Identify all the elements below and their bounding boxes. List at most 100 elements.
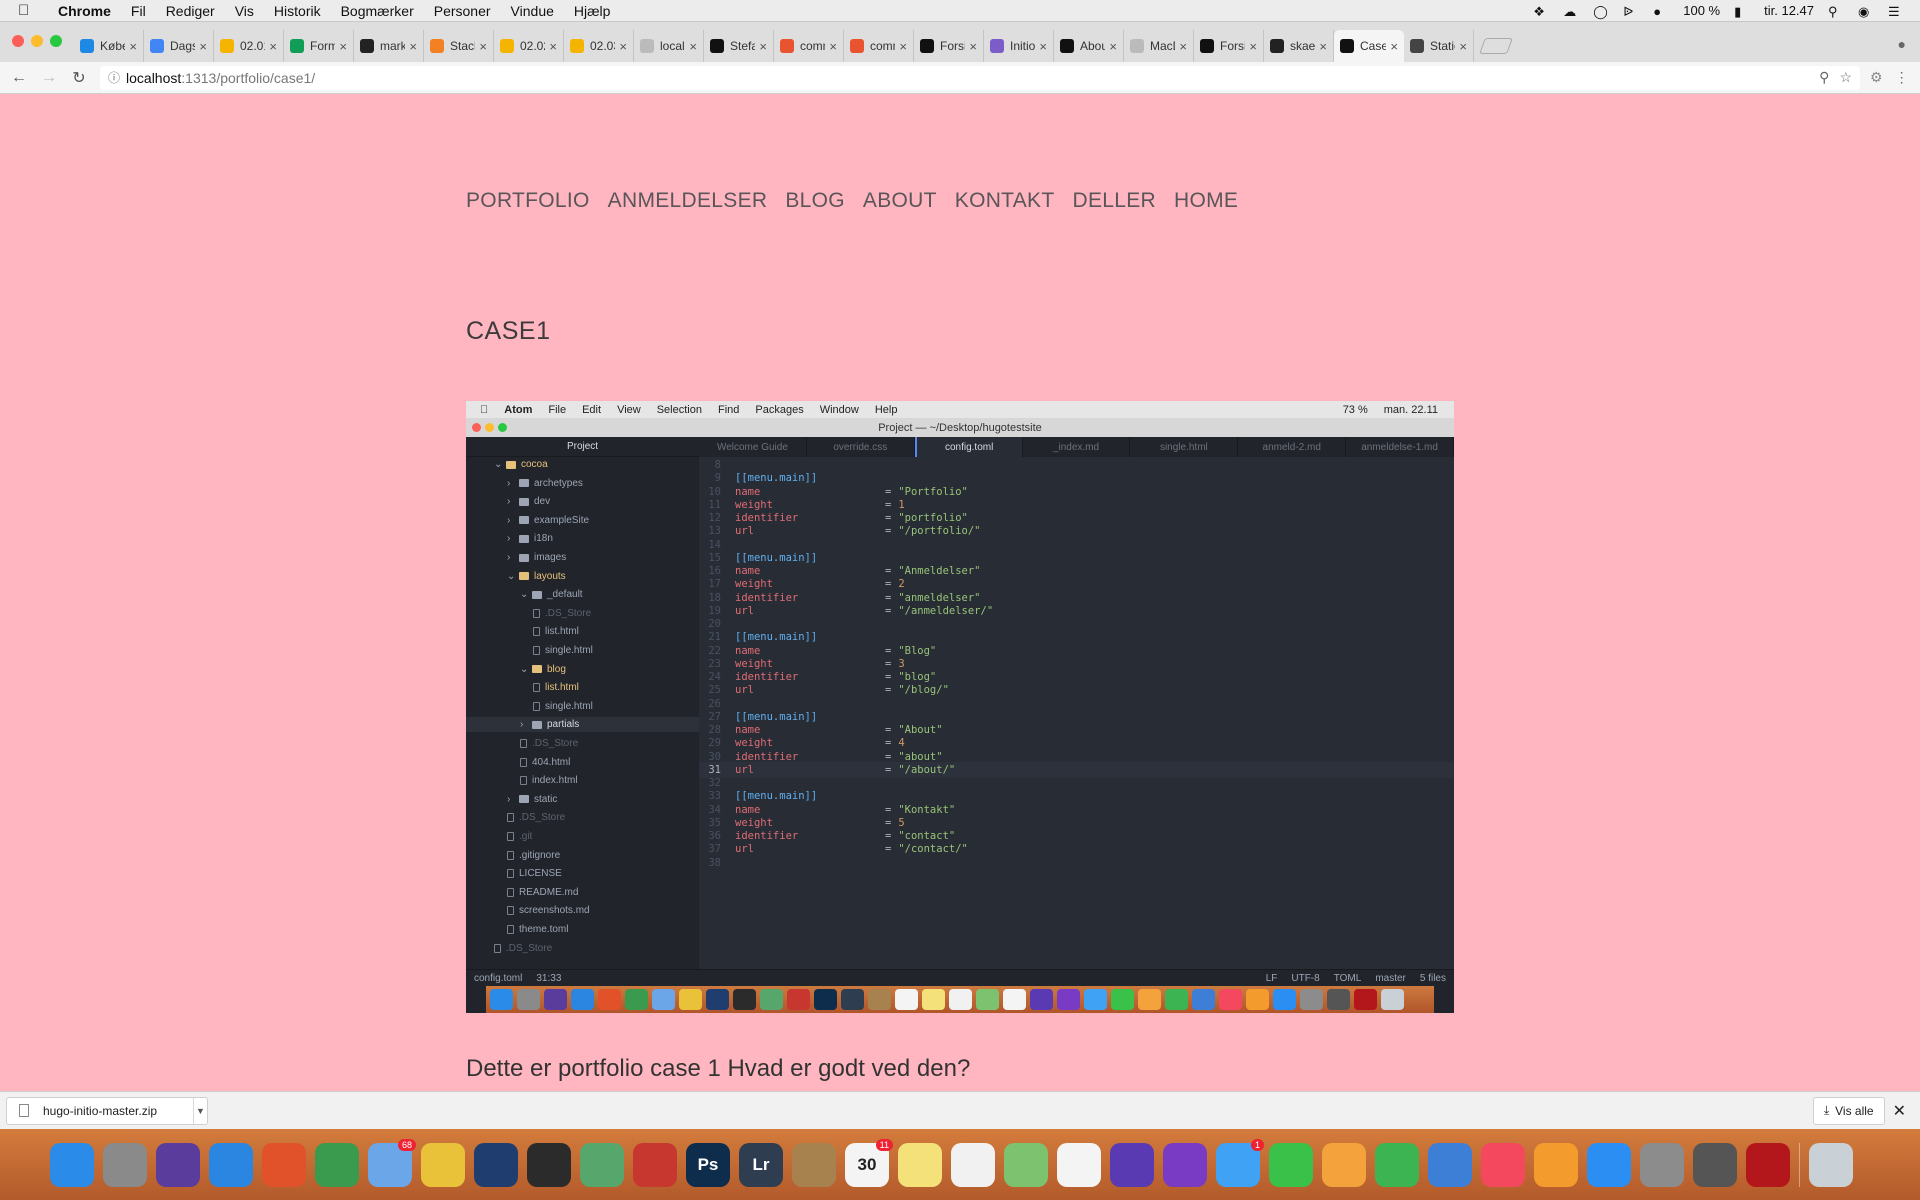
terminal-icon[interactable] — [527, 1142, 571, 1187]
chrome-menu-icon[interactable]: ⋮ — [1895, 69, 1909, 86]
music-icon[interactable] — [1481, 1142, 1525, 1187]
tab-close-icon[interactable]: × — [1109, 39, 1117, 54]
acrobat-icon[interactable] — [1746, 1142, 1790, 1187]
wifi-icon[interactable]: ● — [1653, 4, 1669, 19]
reminders-icon[interactable] — [951, 1142, 995, 1187]
siri-icon[interactable] — [156, 1142, 200, 1187]
tab-close-icon[interactable]: × — [619, 39, 627, 54]
tab-16[interactable]: Forsid × — [1194, 30, 1264, 62]
battery-percent[interactable]: 100 % — [1683, 3, 1720, 18]
tab-10[interactable]: comm × — [774, 30, 844, 62]
apple-icon[interactable]:  — [18, 2, 42, 19]
tab-6[interactable]: 02.02 × — [494, 30, 564, 62]
system-preferences-icon[interactable] — [1640, 1142, 1684, 1187]
nav-link-deller[interactable]: DELLER — [1072, 189, 1156, 213]
brackets-icon[interactable] — [633, 1142, 677, 1187]
trash-icon[interactable] — [1809, 1142, 1853, 1187]
tab-11[interactable]: comm × — [844, 30, 914, 62]
tab-17[interactable]: skaern× — [1264, 30, 1334, 62]
tab-15[interactable]: MacDo × — [1124, 30, 1194, 62]
dropbox-icon[interactable]: ❖ — [1533, 4, 1549, 19]
tab-close-icon[interactable]: × — [829, 39, 837, 54]
bluetooth-icon[interactable]: ᐉ — [1623, 4, 1639, 19]
tab-close-icon[interactable]: × — [1390, 39, 1398, 54]
affinity-icon[interactable] — [1163, 1142, 1207, 1187]
tab-close-icon[interactable]: × — [549, 39, 557, 54]
tab-7[interactable]: 02.03 × — [564, 30, 634, 62]
tab-close-icon[interactable]: × — [1459, 39, 1467, 54]
appstore-icon[interactable] — [1587, 1142, 1631, 1187]
calendar-icon[interactable]: 30 11 — [845, 1138, 893, 1187]
tab-2[interactable]: 02.01 × — [214, 30, 284, 62]
tab-14[interactable]: About × — [1054, 30, 1124, 62]
tab-close-icon[interactable]: × — [479, 39, 487, 54]
tab-close-icon[interactable]: × — [339, 39, 347, 54]
atom-icon[interactable] — [580, 1142, 624, 1187]
tab-0[interactable]: Køber × — [74, 30, 144, 62]
close-icon[interactable]: ✕ — [1893, 1101, 1906, 1121]
menubar-item-6[interactable]: Vindue — [511, 3, 554, 19]
reload-icon[interactable]: ↻ — [68, 67, 90, 89]
window-close-icon[interactable] — [12, 35, 24, 47]
numbers-icon[interactable] — [1375, 1142, 1419, 1187]
address-bar[interactable]: ⓘ localhost:1313/portfolio/case1/ ⚲ ☆ — [100, 65, 1860, 90]
menubar-item-7[interactable]: Hjælp — [574, 3, 611, 19]
window-minimize-icon[interactable] — [31, 35, 43, 47]
maps-icon[interactable] — [1004, 1142, 1048, 1187]
new-tab-button[interactable] — [1479, 38, 1513, 54]
cloud-icon[interactable]: ☁ — [1563, 4, 1579, 19]
tab-close-icon[interactable]: × — [409, 39, 417, 54]
download-item[interactable]: hugo-initio-master.zip ▼ — [6, 1096, 208, 1125]
messages-icon[interactable]: 1 — [1216, 1138, 1264, 1187]
sourcetree-icon[interactable] — [474, 1142, 518, 1187]
creative-cloud-icon[interactable]: ◯ — [1593, 4, 1609, 19]
chrome-icon[interactable] — [315, 1142, 359, 1187]
bookmark-star-icon[interactable]: ☆ — [1839, 69, 1852, 86]
tab-close-icon[interactable]: × — [129, 39, 137, 54]
spotlight-icon[interactable]: ⚲ — [1828, 4, 1844, 19]
keynote-icon[interactable] — [1428, 1142, 1472, 1187]
menubar-item-3[interactable]: Historik — [274, 3, 321, 19]
tab-close-icon[interactable]: × — [1319, 39, 1327, 54]
tab-19[interactable]: Static × — [1404, 30, 1474, 62]
back-arrow-icon[interactable]: ← — [8, 67, 30, 89]
tab-1[interactable]: Dagsp × — [144, 30, 214, 62]
menubar-item-0[interactable]: Fil — [131, 3, 146, 19]
menubar-app-name[interactable]: Chrome — [58, 3, 111, 19]
extension-icon[interactable]: ⚙ — [1870, 69, 1883, 86]
tab-18[interactable]: Case1× — [1334, 30, 1404, 62]
forward-arrow-icon[interactable]: → — [38, 67, 60, 89]
notes-icon[interactable] — [898, 1142, 942, 1187]
tab-4[interactable]: marke × — [354, 30, 424, 62]
tab-close-icon[interactable]: × — [969, 39, 977, 54]
nav-link-about[interactable]: ABOUT — [863, 189, 937, 213]
nav-link-kontakt[interactable]: KONTAKT — [955, 189, 1055, 213]
mail-icon[interactable]: 68 — [368, 1138, 416, 1187]
photoshop-icon[interactable]: Ps — [686, 1142, 730, 1187]
tab-close-icon[interactable]: × — [1249, 39, 1257, 54]
tab-8[interactable]: localh × — [634, 30, 704, 62]
chevron-down-icon[interactable]: ▼ — [193, 1097, 207, 1124]
lightroom-icon[interactable]: Lr — [739, 1142, 783, 1187]
nav-link-blog[interactable]: BLOG — [785, 189, 845, 213]
books-icon[interactable] — [1534, 1142, 1578, 1187]
safari-icon[interactable] — [209, 1142, 253, 1187]
menubar-item-2[interactable]: Vis — [235, 3, 254, 19]
tab-close-icon[interactable]: × — [1039, 39, 1047, 54]
tab-close-icon[interactable]: × — [199, 39, 207, 54]
menubar-item-1[interactable]: Rediger — [166, 3, 215, 19]
tab-5[interactable]: Stackl × — [424, 30, 494, 62]
tab-9[interactable]: Stefan × — [704, 30, 774, 62]
cyberduck-icon[interactable] — [421, 1142, 465, 1187]
photos-icon[interactable] — [1057, 1142, 1101, 1187]
zoom-icon[interactable]: ⚲ — [1819, 69, 1829, 86]
nav-link-portfolio[interactable]: PORTFOLIO — [466, 189, 590, 213]
menubar-clock[interactable]: tir. 12.47 — [1764, 3, 1814, 18]
tab-13[interactable]: Initio × — [984, 30, 1054, 62]
firefox-icon[interactable] — [262, 1142, 306, 1187]
tab-close-icon[interactable]: × — [689, 39, 697, 54]
menubar-item-5[interactable]: Personer — [434, 3, 491, 19]
pages-icon[interactable] — [1322, 1142, 1366, 1187]
finder-icon[interactable] — [50, 1142, 94, 1187]
battery-icon[interactable]: ▮ — [1734, 4, 1750, 19]
